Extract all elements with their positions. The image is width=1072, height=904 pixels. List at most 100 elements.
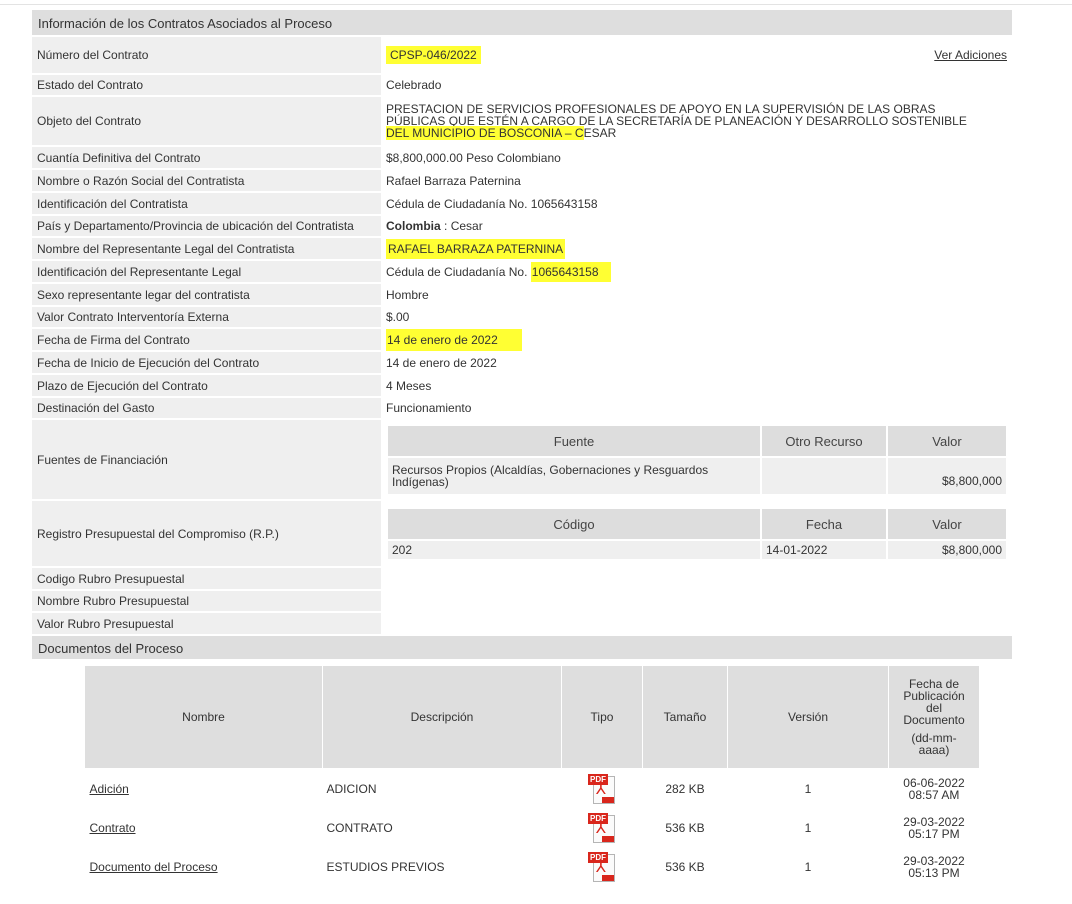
destinacion-label: Destinación del Gasto <box>32 397 381 420</box>
row-rp: Registro Presupuestal del Compromiso (R.… <box>32 500 1012 568</box>
doc-date: 29-03-2022 05:13 PM <box>903 853 965 880</box>
row-rep-nombre: Nombre del Representante Legal del Contr… <box>32 237 1012 261</box>
top-divider <box>0 4 1072 5</box>
fuentes-header-fuente: Fuente <box>386 424 762 458</box>
doc-link-adicion[interactable]: Adición <box>90 782 129 796</box>
numero-cell: CPSP-046/2022 Ver Adiciones <box>381 37 1012 75</box>
fuentes-header-valor: Valor <box>886 424 1008 458</box>
rp-codigo-value: 202 <box>386 539 762 561</box>
rep-nombre-value: RAFAEL BARRAZA PATERNINA <box>386 238 566 259</box>
row-rep-id: Identificación del Representante Legal C… <box>32 260 1012 284</box>
destinacion-value: Funcionamiento <box>381 397 1012 420</box>
objeto-label: Objeto del Contrato <box>32 96 381 147</box>
fecha-header-line-4: Documento <box>903 713 965 727</box>
rep-id-label: Identificación del Representante Legal <box>32 260 381 284</box>
contract-info-panel: Información de los Contratos Asociados a… <box>32 10 1012 661</box>
fecha-header-line-6: aaaa) <box>918 743 950 757</box>
doc-link-contrato[interactable]: Contrato <box>90 821 136 835</box>
documents-header-row: Nombre Descripción Tipo Tamaño Versión F… <box>84 665 980 769</box>
doc-description: ESTUDIOS PREVIOS <box>326 859 445 874</box>
pdf-icon[interactable]: PDF ⅄ <box>586 773 618 805</box>
doc-description: ADICION <box>326 781 377 796</box>
contract-number: CPSP-046/2022 <box>386 46 481 64</box>
row-identificacion: Identificación del Contratista Cédula de… <box>32 192 1012 216</box>
rep-id-cell: Cédula de Ciudadanía No. 1065643158 <box>381 260 1012 284</box>
rep-nombre-label: Nombre del Representante Legal del Contr… <box>32 237 381 261</box>
row-objeto: Objeto del Contrato PRESTACION DE SERVIC… <box>32 96 1012 147</box>
row-fuentes: Fuentes de Financiación Fuente Otro Recu… <box>32 419 1012 501</box>
rp-cell: Código Fecha Valor 202 14-01-2022 $8,800… <box>381 500 1012 568</box>
rp-header-valor: Valor <box>886 507 1008 541</box>
sexo-value: Hombre <box>381 283 1012 307</box>
pais-label: País y Departamento/Provincia de ubicaci… <box>32 215 381 238</box>
row-numero: Número del Contrato CPSP-046/2022 Ver Ad… <box>32 37 1012 75</box>
row-interventoria: Valor Contrato Interventoría Externa $.0… <box>32 306 1012 329</box>
nombre-rubro-label: Nombre Rubro Presupuestal <box>32 590 381 613</box>
interventoria-value: $.00 <box>381 306 1012 329</box>
pais-dept: Cesar <box>450 219 483 233</box>
fuentes-otro-value <box>760 456 888 496</box>
ver-adiciones-link[interactable]: Ver Adiciones <box>934 48 1007 62</box>
documents-section-header: Documentos del Proceso <box>32 636 1012 661</box>
doc-date: 06-06-2022 08:57 AM <box>903 775 965 802</box>
nombre-value: Rafael Barraza Paternina <box>381 169 1012 193</box>
row-nombre-rubro: Nombre Rubro Presupuestal <box>32 590 1012 613</box>
fuentes-cell: Fuente Otro Recurso Valor Recursos Propi… <box>381 419 1012 501</box>
plazo-label: Plazo de Ejecución del Contrato <box>32 374 381 398</box>
codigo-rubro-value <box>381 567 1012 591</box>
fuentes-fuente-value: Recursos Propios (Alcaldías, Gobernacion… <box>386 456 762 496</box>
fecha-inicio-value: 14 de enero de 2022 <box>381 351 1012 375</box>
cuantia-value: $8,800,000.00 Peso Colombiano <box>381 146 1012 170</box>
rp-fecha-value: 14-01-2022 <box>760 539 888 561</box>
doc-header-version: Versión <box>727 665 889 769</box>
row-pais: País y Departamento/Provincia de ubicaci… <box>32 215 1012 238</box>
pais-separator: : <box>440 219 451 233</box>
fecha-firma-label: Fecha de Firma del Contrato <box>32 328 381 352</box>
nombre-rubro-value <box>381 590 1012 613</box>
cuantia-label: Cuantía Definitiva del Contrato <box>32 146 381 170</box>
identificacion-label: Identificación del Contratista <box>32 192 381 216</box>
row-cuantia: Cuantía Definitiva del Contrato $8,800,0… <box>32 146 1012 170</box>
rep-id-prefix: Cédula de Ciudadanía No. <box>386 264 531 279</box>
row-fecha-firma: Fecha de Firma del Contrato 14 de enero … <box>32 328 1012 352</box>
estado-label: Estado del Contrato <box>32 74 381 97</box>
rp-valor-value: $8,800,000 <box>886 539 1008 561</box>
row-sexo: Sexo representante legar del contratista… <box>32 283 1012 307</box>
row-fecha-inicio: Fecha de Inicio de Ejecución del Contrat… <box>32 351 1012 375</box>
rp-table: Código Fecha Valor 202 14-01-2022 $8,800… <box>386 507 1008 561</box>
fuentes-header-otro: Otro Recurso <box>760 424 888 458</box>
pdf-icon[interactable]: PDF ⅄ <box>586 851 618 883</box>
row-valor-rubro: Valor Rubro Presupuestal <box>32 612 1012 636</box>
pdf-icon[interactable]: PDF ⅄ <box>586 812 618 844</box>
objeto-value: PRESTACION DE SERVICIOS PROFESIONALES DE… <box>381 96 1012 147</box>
numero-label: Número del Contrato <box>32 37 381 75</box>
row-nombre: Nombre o Razón Social del Contratista Ra… <box>32 169 1012 193</box>
row-plazo: Plazo de Ejecución del Contrato 4 Meses <box>32 374 1012 398</box>
estado-value: Celebrado <box>381 74 1012 97</box>
doc-header-fecha: Fecha de Publicación del Documento (dd-m… <box>888 665 980 769</box>
rp-header-fecha: Fecha <box>760 507 888 541</box>
objeto-highlight: DEL MUNICIPIO DE BOSCONIA – C <box>386 126 584 140</box>
row-destinacion: Destinación del Gasto Funcionamiento <box>32 397 1012 420</box>
plazo-value: 4 Meses <box>381 374 1012 398</box>
pais-value: Colombia : Cesar <box>381 215 1012 238</box>
doc-size: 536 KB <box>665 820 705 835</box>
pais-country: Colombia <box>386 219 441 233</box>
codigo-rubro-label: Codigo Rubro Presupuestal <box>32 567 381 591</box>
rep-nombre-cell: RAFAEL BARRAZA PATERNINA <box>381 237 1012 261</box>
doc-size: 536 KB <box>665 859 705 874</box>
doc-type-cell: PDF ⅄ <box>562 847 643 886</box>
doc-link-documento-proceso[interactable]: Documento del Proceso <box>90 860 218 874</box>
table-row: Adición ADICION PDF ⅄ 282 KB 1 06-06-2022… <box>85 769 980 809</box>
contract-info-table: Número del Contrato CPSP-046/2022 Ver Ad… <box>32 37 1012 636</box>
valor-rubro-value <box>381 612 1012 636</box>
table-row: Documento del Proceso ESTUDIOS PREVIOS P… <box>85 847 980 886</box>
rp-header-codigo: Código <box>386 507 762 541</box>
fecha-inicio-label: Fecha de Inicio de Ejecución del Contrat… <box>32 351 381 375</box>
fecha-firma-value: 14 de enero de 2022 <box>386 328 522 351</box>
doc-header-tamano: Tamaño <box>642 665 728 769</box>
fuentes-table: Fuente Otro Recurso Valor Recursos Propi… <box>386 424 1008 496</box>
contracts-section-header: Información de los Contratos Asociados a… <box>32 10 1012 37</box>
nombre-label: Nombre o Razón Social del Contratista <box>32 169 381 193</box>
interventoria-label: Valor Contrato Interventoría Externa <box>32 306 381 329</box>
